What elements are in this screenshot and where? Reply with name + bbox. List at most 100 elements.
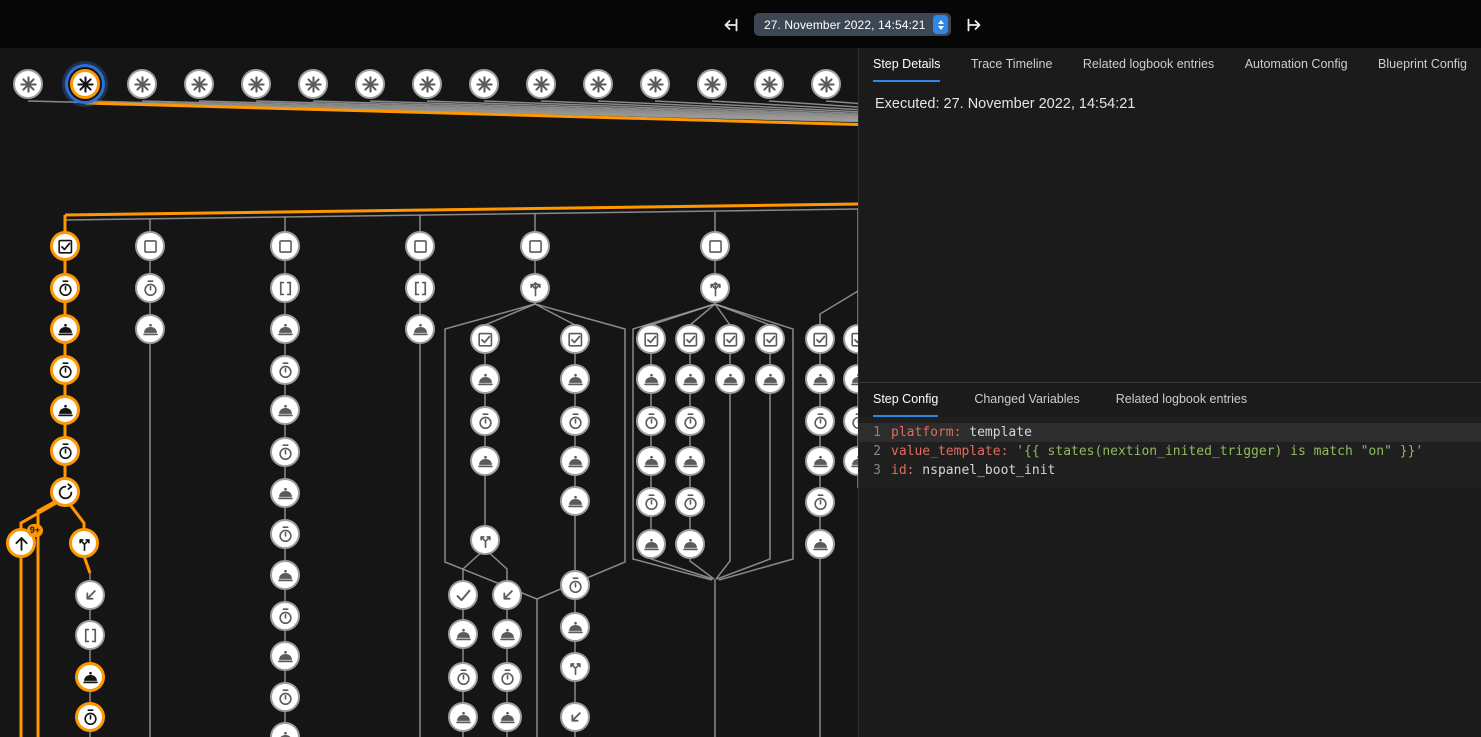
service-node[interactable] (270, 641, 300, 671)
timer-node[interactable] (50, 273, 80, 303)
arrow-dl-node[interactable] (75, 580, 105, 610)
square-node[interactable] (135, 231, 165, 261)
trigger-node[interactable] (241, 69, 271, 99)
service-node[interactable] (560, 446, 590, 476)
trigger-node[interactable] (298, 69, 328, 99)
service-node[interactable] (50, 395, 80, 425)
check-square-node[interactable] (50, 231, 80, 261)
check-square-node[interactable] (470, 324, 500, 354)
trigger-node[interactable] (127, 69, 157, 99)
trigger-node[interactable] (469, 69, 499, 99)
tab-automation-config[interactable]: Automation Config (1245, 48, 1348, 82)
service-node[interactable] (675, 364, 705, 394)
service-node[interactable] (560, 486, 590, 516)
tab-blueprint-config[interactable]: Blueprint Config (1378, 48, 1467, 82)
tab-trace-timeline[interactable]: Trace Timeline (971, 48, 1053, 82)
square-node[interactable] (700, 231, 730, 261)
service-node[interactable] (470, 446, 500, 476)
trigger-node[interactable] (526, 69, 556, 99)
brackets-node[interactable] (75, 620, 105, 650)
timer-node[interactable] (270, 519, 300, 549)
service-node[interactable] (675, 446, 705, 476)
service-node[interactable] (270, 314, 300, 344)
timer-node[interactable] (270, 437, 300, 467)
fork-node[interactable] (470, 525, 500, 555)
service-node[interactable] (405, 314, 435, 344)
trigger-node[interactable] (754, 69, 784, 99)
timer-node[interactable] (270, 355, 300, 385)
code-line[interactable]: 3id: nspanel_boot_init (859, 461, 1481, 480)
timer-node[interactable] (675, 487, 705, 517)
brackets-node[interactable] (270, 273, 300, 303)
choose-node[interactable] (700, 273, 730, 303)
service-node[interactable] (636, 529, 666, 559)
arrow-dl-node[interactable] (560, 702, 590, 732)
timer-node[interactable] (50, 355, 80, 385)
square-node[interactable] (520, 231, 550, 261)
timer-node[interactable] (50, 436, 80, 466)
timer-node[interactable] (560, 406, 590, 436)
service-node[interactable] (560, 612, 590, 642)
square-node[interactable] (270, 231, 300, 261)
fork-node[interactable] (69, 528, 99, 558)
check-square-node[interactable] (636, 324, 666, 354)
yaml-code-block[interactable]: 1platform: template 2value_template: '{{… (859, 417, 1481, 488)
service-node[interactable] (448, 619, 478, 649)
timer-node[interactable] (675, 406, 705, 436)
choose-node[interactable] (520, 273, 550, 303)
timer-node[interactable] (270, 682, 300, 712)
service-node[interactable] (470, 364, 500, 394)
tab-step-details[interactable]: Step Details (873, 48, 940, 82)
timer-node[interactable] (448, 662, 478, 692)
timer-node[interactable] (270, 601, 300, 631)
trigger-node[interactable] (697, 69, 727, 99)
timer-node[interactable] (560, 570, 590, 600)
repeat-node[interactable] (50, 477, 80, 507)
service-node[interactable] (492, 619, 522, 649)
service-node[interactable] (805, 446, 835, 476)
service-node[interactable] (636, 364, 666, 394)
service-node[interactable] (492, 702, 522, 732)
trigger-node[interactable] (412, 69, 442, 99)
code-line[interactable]: 1platform: template (859, 423, 1481, 442)
timer-node[interactable] (636, 487, 666, 517)
trigger-node[interactable] (583, 69, 613, 99)
service-node[interactable] (675, 529, 705, 559)
tab-related-logbook-entries[interactable]: Related logbook entries (1083, 48, 1214, 82)
trigger-node[interactable] (184, 69, 214, 99)
brackets-node[interactable] (405, 273, 435, 303)
timer-node[interactable] (805, 406, 835, 436)
timer-node[interactable] (135, 273, 165, 303)
service-node[interactable] (448, 702, 478, 732)
trigger-node[interactable] (811, 69, 841, 99)
service-node[interactable] (270, 395, 300, 425)
timer-node[interactable] (805, 487, 835, 517)
trigger-node[interactable] (13, 69, 43, 99)
service-node[interactable] (636, 446, 666, 476)
trigger-node[interactable] (70, 69, 100, 99)
timer-node[interactable] (75, 702, 105, 732)
newer-trace-icon[interactable] (965, 15, 985, 35)
trigger-node[interactable] (640, 69, 670, 99)
service-node[interactable] (805, 364, 835, 394)
arrow-up-node[interactable]: 9+ (6, 528, 36, 558)
check-node[interactable] (448, 580, 478, 610)
timer-node[interactable] (636, 406, 666, 436)
check-square-node[interactable] (675, 324, 705, 354)
fork-node[interactable] (560, 652, 590, 682)
older-trace-icon[interactable] (720, 15, 740, 35)
check-square-node[interactable] (560, 324, 590, 354)
timer-node[interactable] (492, 662, 522, 692)
service-node[interactable] (805, 529, 835, 559)
service-node[interactable] (135, 314, 165, 344)
check-square-node[interactable] (755, 324, 785, 354)
check-square-node[interactable] (805, 324, 835, 354)
check-square-node[interactable] (715, 324, 745, 354)
tab-changed-variables[interactable]: Changed Variables (974, 383, 1079, 417)
trace-date-select[interactable]: 27. November 2022, 14:54:21 (754, 13, 951, 36)
service-node[interactable] (270, 478, 300, 508)
trigger-node[interactable] (355, 69, 385, 99)
tab-config-related-logbook-entries[interactable]: Related logbook entries (1116, 383, 1247, 417)
timer-node[interactable] (470, 406, 500, 436)
service-node[interactable] (715, 364, 745, 394)
